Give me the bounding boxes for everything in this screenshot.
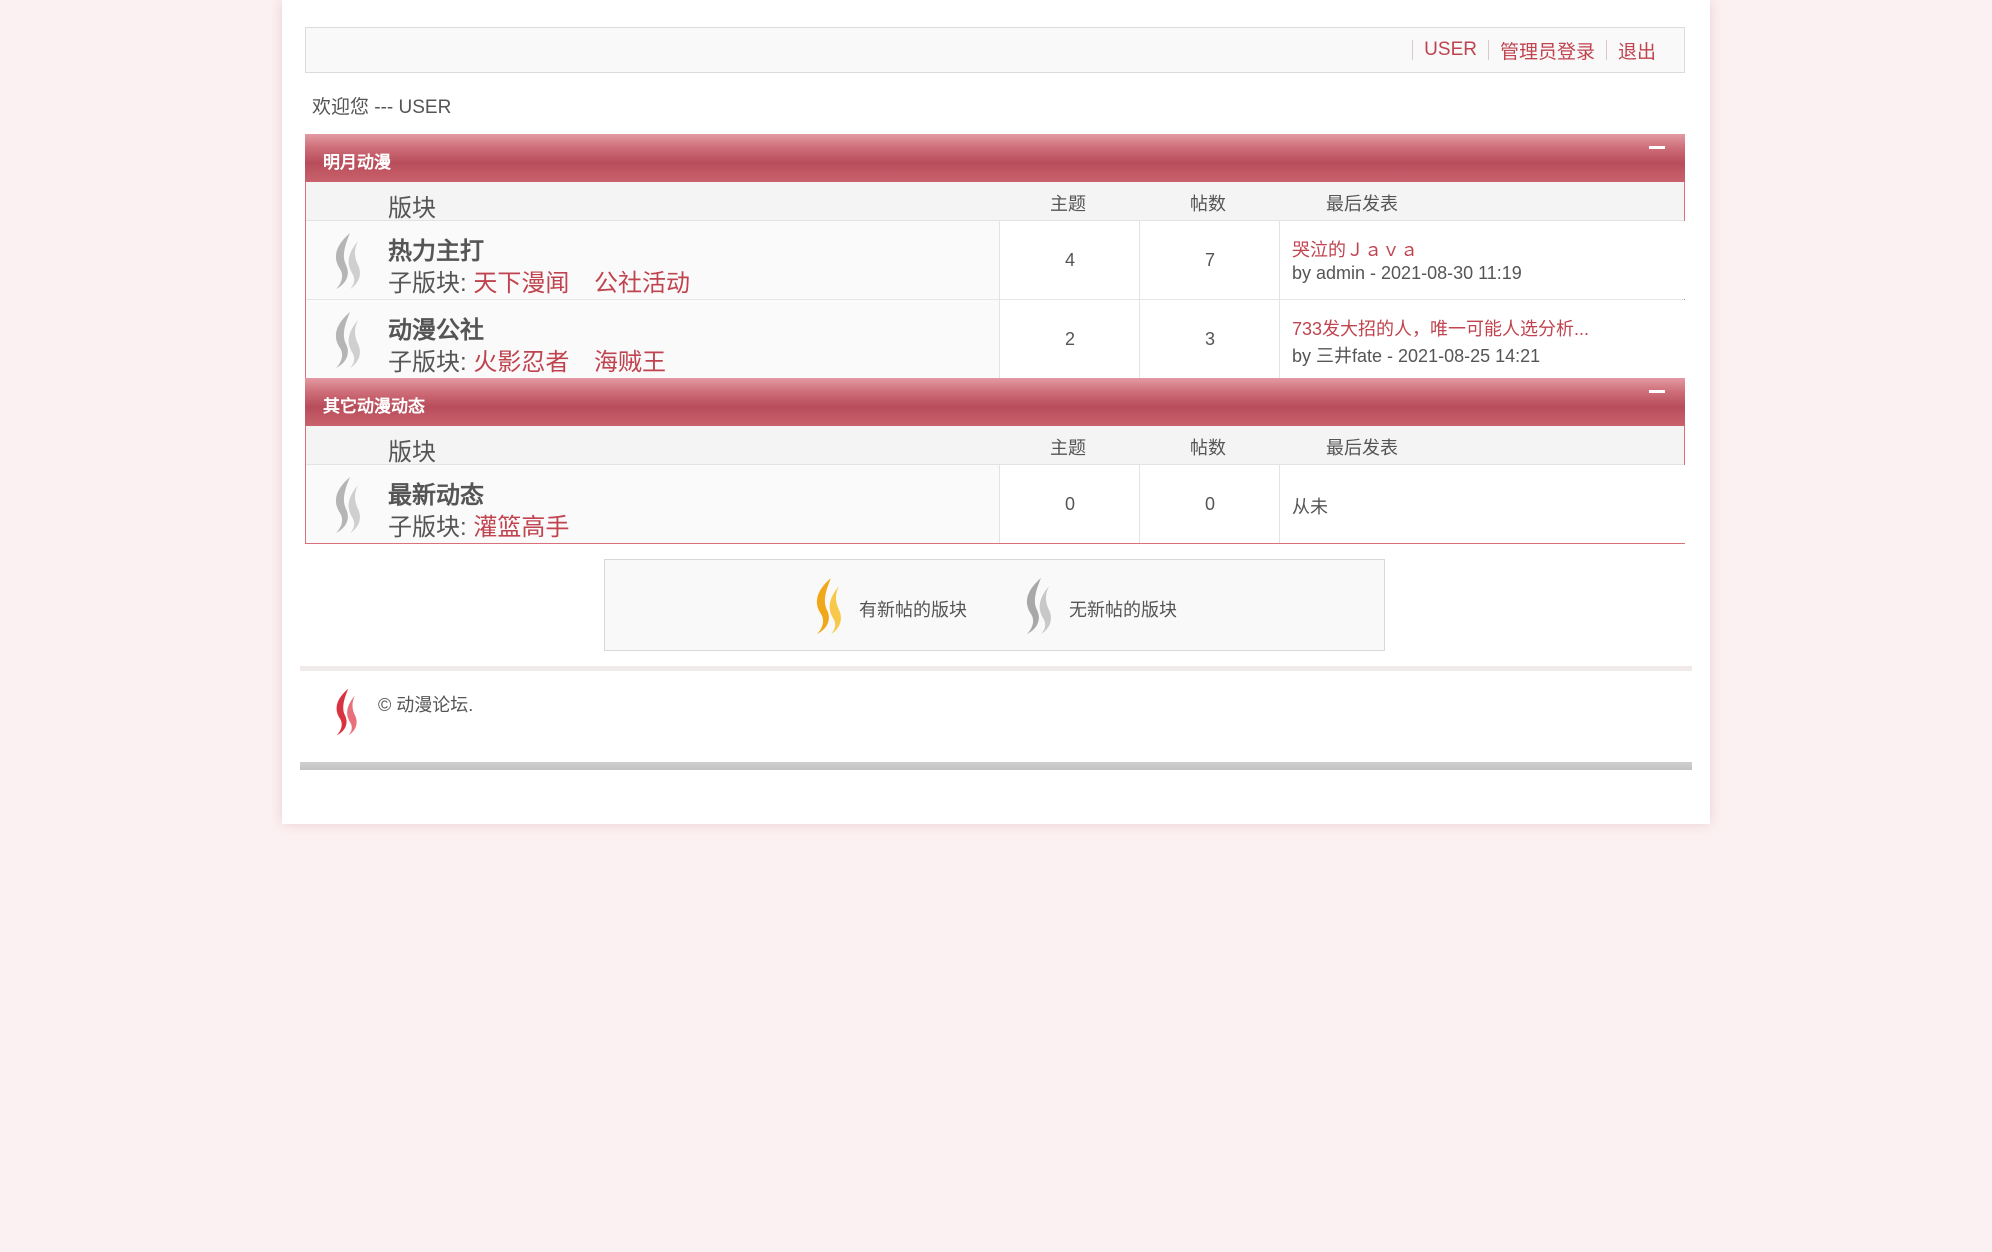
user-link[interactable]: USER [1424,39,1477,61]
posts-count: 3 [1139,300,1280,378]
legend-box: 有新帖的版块 无新帖的版块 [604,559,1385,651]
last-post-cell: 从未 [1279,465,1685,543]
posts-count: 7 [1139,221,1280,299]
last-post-cell: 733发大招的人，唯一可能人选分析... by 三井fate - 2021-08… [1279,300,1685,378]
subforum-link[interactable]: 灌篮高手 [473,514,569,541]
subforum-link[interactable]: 天下漫闻 [473,270,569,297]
last-post-link[interactable]: 哭泣的Ｊａｖａ [1292,236,1418,262]
collapse-button[interactable] [1643,138,1671,160]
last-post-cell: 哭泣的Ｊａｖａ by admin - 2021-08-30 11:19 [1279,221,1685,299]
welcome-text: 欢迎您 --- USER [312,97,452,118]
separator [1487,40,1489,60]
logo-flame-icon [336,688,357,736]
subforum-link[interactable]: 火影忍者 [473,349,569,376]
admin-login-link[interactable]: 管理员登录 [1500,37,1595,64]
flame-icon [335,312,360,368]
flame-icon [335,477,360,533]
forum-name[interactable]: 最新动态 [388,475,484,510]
minus-icon [1649,146,1665,149]
logout-link[interactable]: 退出 [1618,37,1656,64]
topics-count: 4 [999,221,1140,299]
bottom-bar [300,762,1692,770]
subforum-prefix: 子版块: [388,270,467,297]
subforum-link[interactable]: 公社活动 [594,270,690,297]
category-header: 其它动漫动态 [305,378,1685,426]
last-post-meta: by admin - 2021-08-30 11:19 [1292,263,1522,283]
forum-row: 最新动态 子版块: 灌篮高手 0 0 从未 [306,465,1685,543]
last-post-link[interactable]: 733发大招的人，唯一可能人选分析... [1292,315,1589,341]
footer-divider [300,666,1692,671]
collapse-button[interactable] [1643,382,1671,404]
column-last-post: 最后发表 [1326,194,1398,214]
category-header: 明月动漫 [305,134,1685,182]
column-forum: 版块 [388,439,436,466]
top-bar: USER 管理员登录 退出 [305,27,1685,73]
forum-name[interactable]: 热力主打 [388,231,484,266]
last-post-never: 从未 [1292,497,1328,517]
separator [1605,40,1607,60]
column-last-post: 最后发表 [1326,438,1398,458]
subforum-prefix: 子版块: [388,349,467,376]
flame-new-icon [816,578,841,634]
subforum-prefix: 子版块: [388,514,467,541]
flame-none-icon [1026,578,1051,634]
forum-row: 热力主打 子版块: 天下漫闻 公社活动 4 7 哭泣的Ｊａｖａ by admin… [306,221,1685,300]
column-header-row: 版块 主题 帖数 最后发表 [306,182,1684,222]
forum-name[interactable]: 动漫公社 [388,310,484,345]
topics-count: 0 [999,465,1140,543]
category-block: 其它动漫动态 版块 主题 帖数 最后发表 最新动态 子版块: 灌篮高手 0 0 … [305,378,1685,544]
column-posts: 帖数 [1190,438,1226,458]
page-container: USER 管理员登录 退出 欢迎您 --- USER 明月动漫 版块 主题 帖数… [282,0,1710,824]
category-title[interactable]: 明月动漫 [323,148,391,173]
legend-new-label: 有新帖的版块 [859,600,967,620]
topics-count: 2 [999,300,1140,378]
column-posts: 帖数 [1190,194,1226,214]
top-links: USER 管理员登录 退出 [1401,28,1656,72]
subforums: 子版块: 天下漫闻 公社活动 [388,263,708,298]
forum-row: 动漫公社 子版块: 火影忍者 海贼王 2 3 733发大招的人，唯一可能人选分析… [306,300,1685,378]
category-title[interactable]: 其它动漫动态 [323,392,425,417]
last-post-meta: by 三井fate - 2021-08-25 14:21 [1292,346,1541,366]
legend-none-label: 无新帖的版块 [1069,600,1177,620]
separator [1412,40,1414,60]
footer-copyright: © 动漫论坛. [378,695,474,715]
flame-icon [335,233,360,289]
subforums: 子版块: 灌篮高手 [388,507,587,542]
subforums: 子版块: 火影忍者 海贼王 [388,342,684,377]
column-topics: 主题 [1050,194,1086,214]
category-block: 明月动漫 版块 主题 帖数 最后发表 热力主打 子版块: 天下漫闻 公社活动 4… [305,134,1685,379]
column-topics: 主题 [1050,438,1086,458]
posts-count: 0 [1139,465,1280,543]
subforum-link[interactable]: 海贼王 [594,349,666,376]
column-header-row: 版块 主题 帖数 最后发表 [306,426,1684,466]
minus-icon [1649,390,1665,393]
column-forum: 版块 [388,195,436,222]
